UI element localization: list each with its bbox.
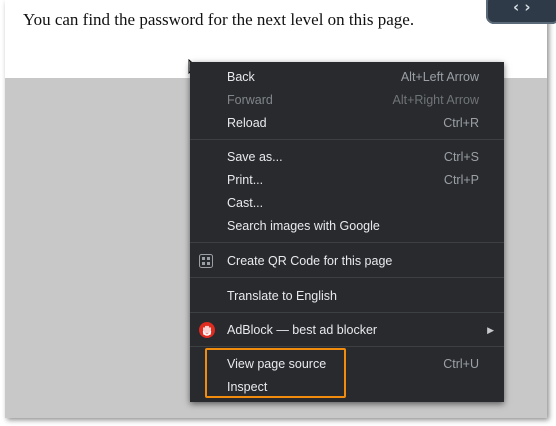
menu-separator [190,242,504,243]
menu-item-forward: Forward Alt+Right Arrow [190,89,504,111]
menu-item-back[interactable]: Back Alt+Left Arrow [190,66,504,88]
menu-item-reload[interactable]: Reload Ctrl+R [190,112,504,134]
menu-separator [190,277,504,278]
menu-item-shortcut: Ctrl+P [443,173,479,187]
menu-item-search-images[interactable]: Search images with Google [190,215,504,237]
qr-code-icon [199,254,213,268]
menu-item-label: AdBlock — best ad blocker [227,323,378,337]
menu-item-shortcut: Ctrl+S [443,150,479,164]
menu-item-label: Translate to English [227,289,338,303]
menu-item-shortcut: Ctrl+R [443,116,479,130]
adblock-hand-icon [199,322,215,338]
menu-item-label: Search images with Google [227,219,380,233]
menu-item-label: Back [227,70,255,84]
menu-item-adblock[interactable]: AdBlock — best ad blocker ▶ [190,319,504,341]
menu-separator [190,346,504,347]
menu-item-label: Create QR Code for this page [227,254,393,268]
menu-item-shortcut: Alt+Right Arrow [392,93,480,107]
menu-item-cast[interactable]: Cast... [190,192,504,214]
menu-item-label: Cast... [227,196,264,210]
menu-item-label: Forward [227,93,273,107]
menu-separator [190,312,504,313]
menu-item-label: Reload [227,116,267,130]
page-text: You can find the password for the next l… [23,10,415,29]
menu-item-create-qr[interactable]: Create QR Code for this page [190,250,504,272]
submenu-arrow-icon: ▶ [487,325,494,335]
menu-item-translate[interactable]: Translate to English [190,285,504,307]
corner-widget[interactable]: ‹ › [486,0,556,24]
menu-separator [190,139,504,140]
menu-item-label: Save as... [227,150,283,164]
highlight-box [205,348,346,398]
menu-item-shortcut: Ctrl+U [443,357,479,371]
menu-item-shortcut: Alt+Left Arrow [400,70,479,84]
menu-item-print[interactable]: Print... Ctrl+P [190,169,504,191]
menu-item-label: Print... [227,173,264,187]
code-brackets-icon: ‹ › [513,0,531,16]
menu-item-save-as[interactable]: Save as... Ctrl+S [190,146,504,168]
